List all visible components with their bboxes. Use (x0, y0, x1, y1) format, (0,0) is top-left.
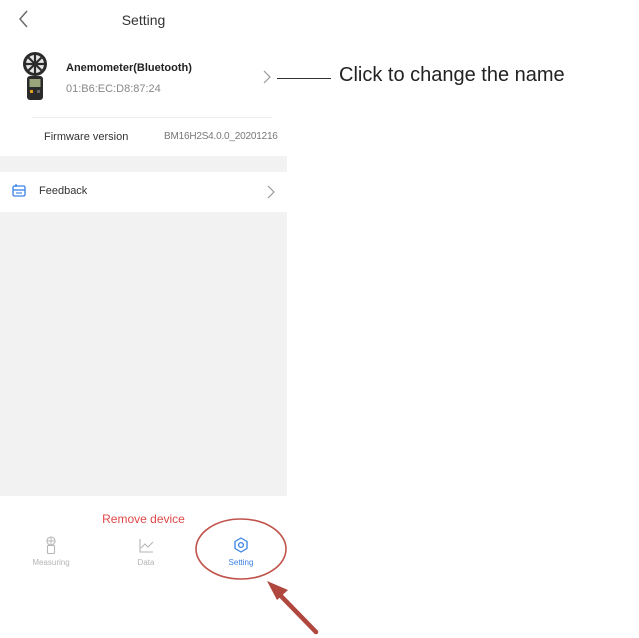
firmware-label: Firmware version (44, 131, 129, 143)
chevron-right-icon (267, 185, 275, 199)
section-gap (0, 156, 287, 172)
remove-device-button[interactable]: Remove device (0, 512, 287, 526)
divider (32, 117, 272, 118)
annotation-line (277, 78, 331, 79)
annotation-arrow-head (267, 581, 288, 600)
tab-measuring[interactable]: Measuring (16, 536, 86, 567)
device-mac-address: 01:B6:EC:D8:87:24 (66, 83, 161, 95)
feedback-row[interactable]: Feedback (0, 172, 287, 212)
anemometer-device-icon (23, 52, 47, 100)
annotation-text: Click to change the name (339, 64, 565, 86)
feedback-icon (12, 184, 26, 197)
anemometer-icon (46, 536, 56, 554)
tab-setting[interactable]: Setting (206, 536, 276, 567)
tab-data[interactable]: Data (111, 536, 181, 567)
phone-screen: Setting Anemometer(Bluetooth) 01:B6:EC:D… (0, 0, 287, 580)
tab-bar: Measuring Data Setting (0, 532, 287, 578)
tab-label: Setting (228, 558, 254, 567)
page-title: Setting (121, 12, 166, 28)
chevron-right-icon (263, 70, 271, 84)
empty-content-area (0, 212, 287, 496)
annotation-arrow-shaft (275, 590, 319, 635)
header: Setting (0, 0, 287, 40)
firmware-value: BM16H2S4.0.0_20201216 (164, 131, 278, 142)
tab-label: Data (137, 558, 155, 567)
gear-icon (234, 537, 248, 553)
feedback-label: Feedback (39, 185, 88, 197)
tab-label: Measuring (32, 558, 70, 567)
device-name-row[interactable]: Anemometer(Bluetooth) 01:B6:EC:D8:87:24 (0, 44, 287, 112)
device-name: Anemometer(Bluetooth) (66, 62, 192, 74)
line-chart-icon (139, 539, 154, 553)
